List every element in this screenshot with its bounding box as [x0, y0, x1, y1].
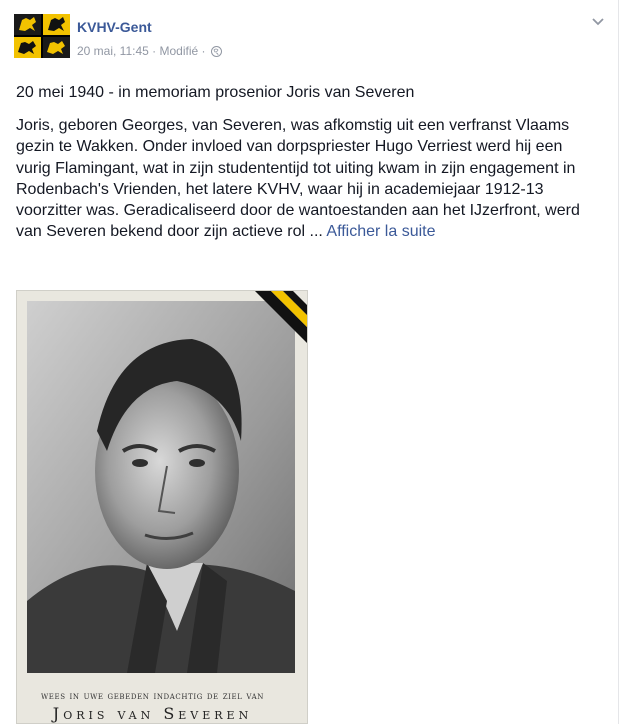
meta-separator: · — [152, 44, 157, 58]
meta-separator-2: · — [201, 44, 206, 58]
see-more-link[interactable]: Afficher la suite — [326, 223, 435, 240]
post-headline: 20 mei 1940 - in memoriam prosenior Jori… — [16, 84, 415, 101]
post-body-text: Joris, geboren Georges, van Severen, was… — [16, 117, 580, 241]
memorial-caption-line2: Joris van Severen — [52, 704, 253, 723]
edited-label[interactable]: Modifié — [160, 44, 199, 58]
post-meta: 20 mai, 11:45 · Modifié · — [77, 44, 222, 58]
facebook-post: KVHV-Gent 20 mai, 11:45 · Modifié · 20 m… — [0, 0, 619, 724]
avatar-lion-yellow-quadrant — [43, 14, 70, 35]
chevron-down-icon[interactable] — [590, 14, 606, 30]
page-name-link[interactable]: KVHV-Gent — [77, 19, 152, 35]
memorial-portrait — [27, 301, 295, 673]
post-body: Joris, geboren Georges, van Severen, was… — [16, 115, 601, 243]
page-avatar[interactable] — [14, 14, 70, 58]
memorial-caption-line1: wees in uwe gebeden indachtig de ziel va… — [41, 690, 264, 702]
avatar-lion-black-quadrant — [14, 14, 41, 35]
globe-icon[interactable] — [210, 46, 222, 57]
post-photo[interactable] — [16, 290, 308, 724]
avatar-lion-black-quadrant-2 — [43, 37, 70, 58]
avatar-lion-yellow-quadrant-2 — [14, 37, 41, 58]
post-timestamp[interactable]: 20 mai, 11:45 — [77, 44, 149, 58]
